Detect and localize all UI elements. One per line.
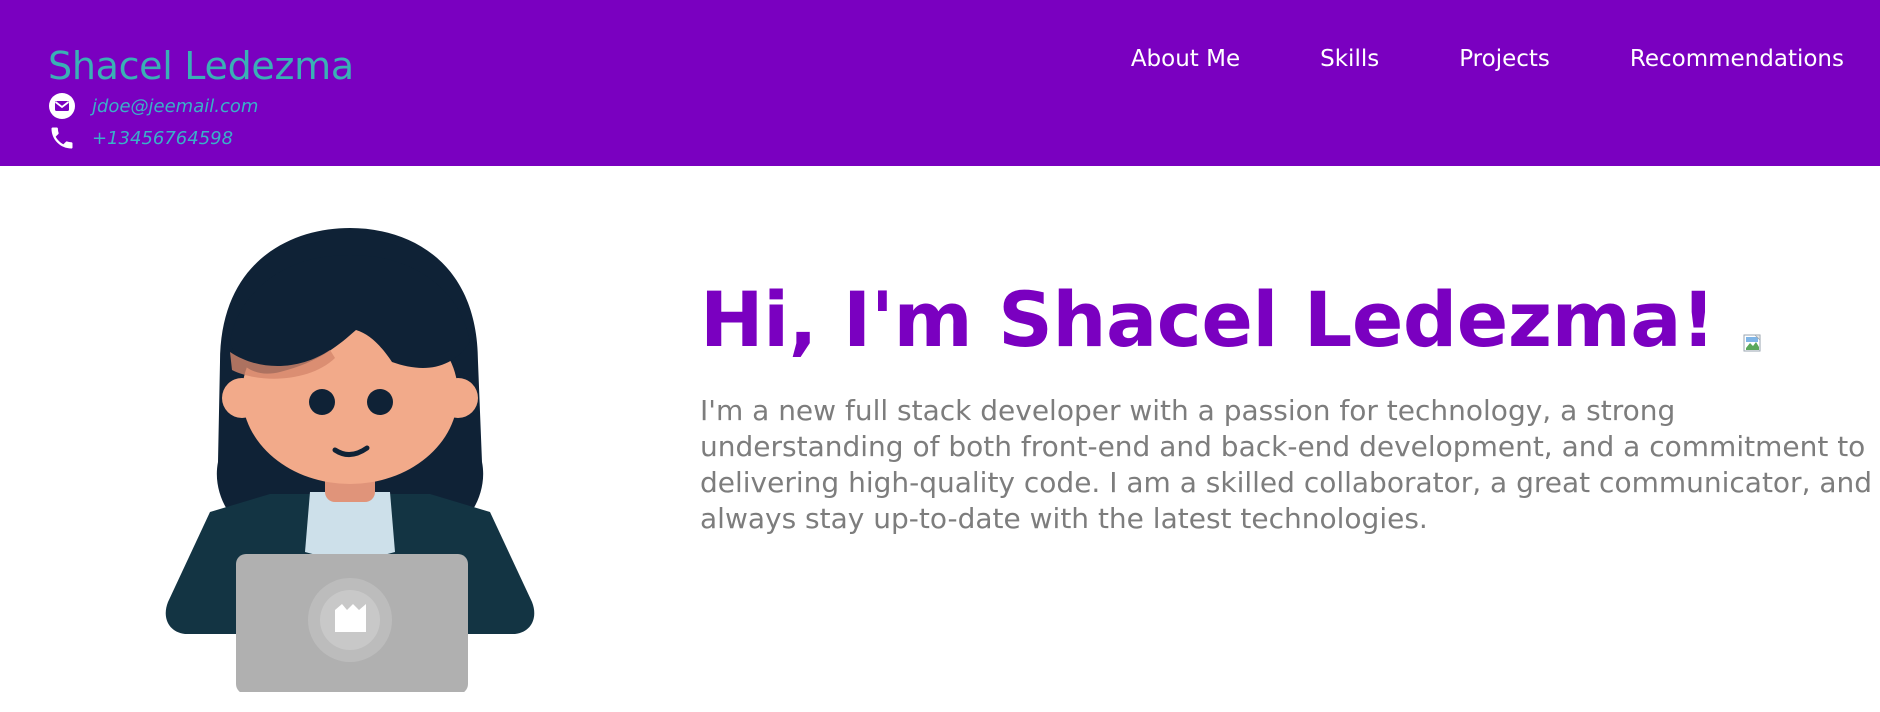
hero-description: I'm a new full stack developer with a pa… bbox=[700, 394, 1873, 535]
contact-email: jdoe@jeemail.com bbox=[48, 92, 258, 120]
main-nav: About Me Skills Projects Recommendations bbox=[1131, 46, 1844, 72]
nav-skills[interactable]: Skills bbox=[1320, 46, 1379, 72]
nav-about-me[interactable]: About Me bbox=[1131, 46, 1240, 72]
broken-image-icon bbox=[1743, 334, 1763, 354]
hero-title-row: Hi, I'm Shacel Ledezma! bbox=[700, 282, 1763, 358]
contact-phone: +13456764598 bbox=[48, 124, 233, 152]
nav-recommendations[interactable]: Recommendations bbox=[1630, 46, 1844, 72]
developer-avatar-illustration bbox=[160, 222, 540, 694]
phone-icon bbox=[48, 124, 76, 152]
envelope-icon bbox=[48, 92, 76, 120]
phone-link[interactable]: +13456764598 bbox=[92, 128, 233, 149]
nav-projects[interactable]: Projects bbox=[1459, 46, 1550, 72]
site-brand-name: Shacel Ledezma bbox=[48, 44, 354, 88]
hero-title: Hi, I'm Shacel Ledezma! bbox=[700, 275, 1716, 364]
site-header: Shacel Ledezma jdoe@jeemail.com +1345676… bbox=[0, 0, 1880, 166]
email-link[interactable]: jdoe@jeemail.com bbox=[92, 96, 258, 117]
